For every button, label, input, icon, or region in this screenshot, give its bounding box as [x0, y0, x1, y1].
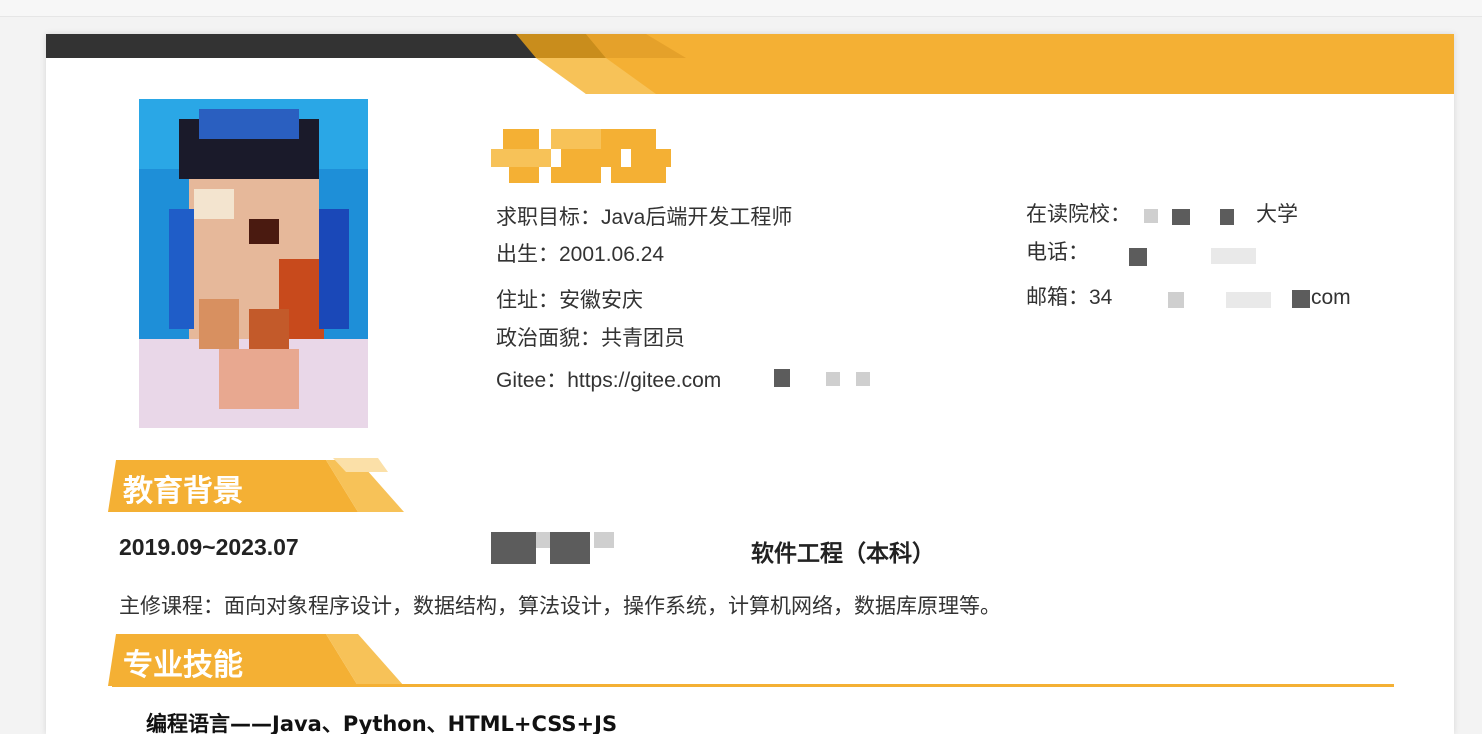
education-period: 2019.09~2023.07 — [119, 534, 299, 560]
school-label: 在读院校： — [1026, 203, 1131, 226]
redaction-block — [774, 369, 790, 387]
skill-item: 编程语言——Java、Python、HTML+CSS+JS — [146, 712, 618, 734]
redaction-block — [1226, 292, 1271, 308]
redaction-block — [1129, 248, 1147, 266]
candidate-name — [491, 129, 671, 184]
redaction-block — [550, 532, 590, 564]
redaction-block — [594, 532, 614, 548]
header-banner — [46, 34, 1454, 94]
skills-section-header: 专业技能 — [108, 632, 408, 688]
redaction-block — [1144, 209, 1158, 223]
phone-label: 电话： — [1026, 241, 1089, 264]
redaction-block — [536, 532, 550, 548]
email-prefix: 邮箱：34 — [1026, 286, 1113, 309]
redaction-block — [491, 532, 536, 564]
political-status: 政治面貌：共青团员 — [496, 327, 685, 350]
redaction-block — [1220, 209, 1234, 225]
redaction-block — [1168, 292, 1184, 308]
resume-page: 求职目标：Java后端开发工程师 出生：2001.06.24 住址：安徽安庆 政… — [46, 34, 1454, 734]
education-section-header: 教育背景 — [108, 458, 408, 514]
redaction-block — [1211, 248, 1256, 264]
email-suffix: com — [1311, 286, 1351, 309]
profile-photo — [139, 99, 368, 428]
address: 住址：安徽安庆 — [496, 289, 643, 312]
school-suffix: 大学 — [1256, 203, 1298, 226]
redaction-block — [856, 372, 870, 386]
education-major: 软件工程（本科） — [751, 541, 935, 567]
gitee-link[interactable]: Gitee：https://gitee.com — [496, 370, 721, 391]
redaction-block — [826, 372, 840, 386]
section-divider — [112, 684, 1394, 687]
skills-title: 专业技能 — [123, 648, 243, 683]
job-target: 求职目标：Java后端开发工程师 — [496, 206, 793, 229]
education-courses: 主修课程：面向对象程序设计，数据结构，算法设计，操作系统，计算机网络，数据库原理… — [119, 594, 1001, 618]
redaction-block — [1292, 290, 1310, 308]
birth-date: 出生：2001.06.24 — [496, 243, 665, 266]
redaction-block — [1172, 209, 1190, 225]
education-title: 教育背景 — [123, 474, 243, 509]
browser-top-strip — [0, 0, 1482, 17]
